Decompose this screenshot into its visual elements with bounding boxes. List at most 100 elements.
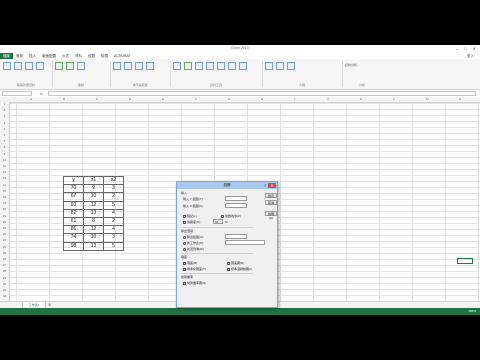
data-analysis-button[interactable]: 資料分析 [342,61,382,69]
labels-checkbox[interactable]: 標記(L) [183,214,197,218]
fx-icon[interactable]: fx [40,90,43,97]
formula-input[interactable] [48,91,476,96]
cell[interactable]: 4 [103,208,124,218]
constant-zero-checkbox[interactable]: 常數為零(Z) [221,214,241,218]
column-header[interactable]: N [459,97,461,102]
cell[interactable]: 5 [103,200,124,210]
remove-duplicates-icon[interactable] [195,62,203,70]
zoom-level[interactable]: 100% [468,309,476,313]
confidence-field[interactable]: 95 [213,219,223,224]
subtotal-icon[interactable] [287,62,295,70]
cell[interactable]: 10 [83,192,104,202]
other-source-icon[interactable] [36,62,44,70]
header-cell[interactable]: x2 [103,175,124,186]
row-header[interactable]: 6 [0,133,9,137]
cell[interactable]: 74 [63,233,84,243]
sort-asc-icon[interactable] [113,62,121,70]
column-header[interactable]: D [129,97,131,102]
row-header[interactable]: 14 [0,183,9,187]
residuals-checkbox[interactable]: 殘差(R) [183,261,197,265]
row-header[interactable]: 11 [0,164,9,168]
cell[interactable]: 93 [63,200,84,210]
cell[interactable]: 86 [63,225,84,235]
column-header[interactable]: H [261,97,263,102]
row-header[interactable]: 19 [0,214,9,218]
row-header[interactable]: 3 [0,114,9,118]
column-header[interactable]: E [162,97,164,102]
cell[interactable]: 9 [83,184,104,194]
input-y-field[interactable] [225,196,247,201]
row-header[interactable]: 25 [0,251,9,255]
help-icon[interactable]: ? [264,182,266,189]
row-header[interactable]: 21 [0,226,9,230]
relationships-icon[interactable] [239,62,247,70]
properties-icon[interactable] [77,62,85,70]
web-icon[interactable] [14,62,22,70]
column-header[interactable]: L [393,97,395,102]
row-header[interactable]: 26 [0,257,9,261]
cell[interactable]: 98 [63,241,84,251]
maximize-icon[interactable]: □ [464,46,466,51]
cell[interactable]: 12 [83,225,104,235]
ungroup-icon[interactable] [276,62,284,70]
what-if-icon[interactable] [228,62,236,70]
cell[interactable]: 13 [83,241,104,251]
row-header[interactable]: 22 [0,232,9,236]
cell[interactable]: 70 [63,184,84,194]
row-header[interactable]: 10 [0,158,9,162]
row-header[interactable]: 7 [0,139,9,143]
cell[interactable]: 2 [103,216,124,227]
cell[interactable]: 3 [103,233,124,243]
cell[interactable]: 4 [103,225,124,235]
column-header[interactable]: A [30,97,32,102]
column-header[interactable]: F [195,97,197,102]
row-header[interactable]: 8 [0,145,9,149]
confidence-checkbox[interactable]: 信賴度(O) [183,220,200,224]
row-header[interactable]: 20 [0,220,9,224]
refresh-all-icon[interactable] [66,62,74,70]
row-header[interactable]: 5 [0,127,9,131]
close-icon[interactable]: ✕ [268,183,276,188]
minimize-icon[interactable]: – [456,46,458,51]
column-header[interactable]: C [96,97,98,102]
header-cell[interactable]: x1 [83,175,104,186]
cell[interactable]: 67 [63,192,84,202]
row-header[interactable]: 17 [0,201,9,205]
column-header[interactable]: G [228,97,230,102]
row-header[interactable]: 18 [0,207,9,211]
sort-icon[interactable] [124,62,132,70]
flash-fill-icon[interactable] [184,62,192,70]
cell[interactable]: 13 [83,208,104,218]
output-range-radio[interactable]: 輸出範圍(O): [183,235,204,239]
row-header[interactable]: 29 [0,276,9,280]
column-header[interactable]: K [360,97,362,102]
access-icon[interactable] [3,62,11,70]
cell[interactable]: 61 [63,216,84,227]
normal-plot-checkbox[interactable]: 常態機率圖(N) [183,281,206,285]
row-header[interactable]: 27 [0,263,9,267]
cell[interactable]: 3 [103,184,124,194]
cell[interactable]: 5 [103,241,124,251]
cancel-button[interactable]: 取消 [265,200,277,205]
cell[interactable]: 2 [103,192,124,202]
column-header[interactable]: J [327,97,329,102]
row-header[interactable]: 9 [0,152,9,156]
column-header[interactable]: M [426,97,429,102]
cell[interactable]: 8 [83,216,104,227]
column-header[interactable]: B [63,97,65,102]
row-header[interactable]: 24 [0,245,9,249]
cell[interactable]: 82 [63,208,84,218]
new-workbook-radio[interactable]: 新活頁簿(W) [183,247,204,251]
header-cell[interactable]: y [63,175,84,186]
cell[interactable]: 12 [83,200,104,210]
row-header[interactable]: 30 [0,282,9,286]
row-header[interactable]: 1 [0,102,9,106]
ok-button[interactable]: 確定 [265,193,277,198]
row-header[interactable]: 12 [0,170,9,174]
output-range-field[interactable] [225,234,247,239]
group-icon[interactable] [265,62,273,70]
new-worksheet-field[interactable] [225,240,265,245]
row-header[interactable]: 13 [0,176,9,180]
selected-cell[interactable] [457,258,473,264]
cell[interactable]: 10 [83,233,104,243]
